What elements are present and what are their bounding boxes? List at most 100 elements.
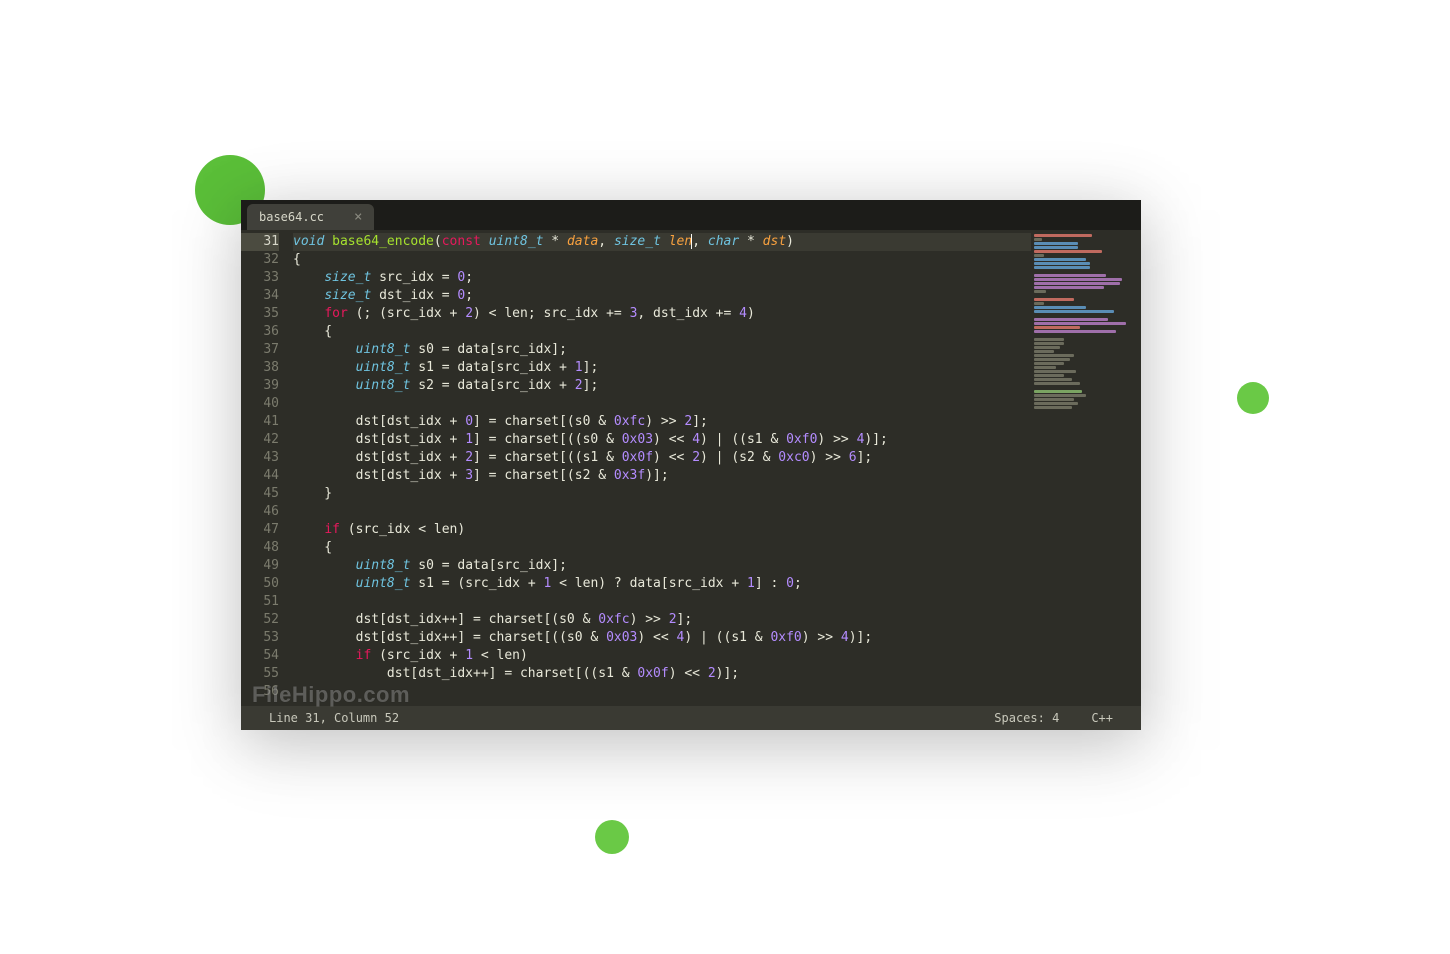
status-bar: Line 31, Column 52 Spaces: 4 C++ [241,706,1141,730]
line-number: 38 [241,359,279,377]
line-number: 51 [241,593,279,611]
code-line: dst[dst_idx + 2] = charset[((s1 & 0x0f) … [293,449,1031,467]
minimap-row [1034,242,1078,245]
minimap-row [1034,234,1092,237]
minimap-row [1034,354,1074,357]
minimap-row [1034,258,1086,261]
code-line [293,683,1031,701]
code-line: } [293,485,1031,503]
code-area[interactable]: void base64_encode(const uint8_t * data,… [285,230,1031,706]
status-language[interactable]: C++ [1075,711,1129,725]
minimap-row [1034,246,1078,249]
code-line: dst[dst_idx++] = charset[((s0 & 0x03) <<… [293,629,1031,647]
decor-circle-3 [595,820,629,854]
line-number: 54 [241,647,279,665]
status-indent[interactable]: Spaces: 4 [978,711,1075,725]
line-number: 32 [241,251,279,269]
minimap-row [1034,290,1046,293]
code-line: dst[dst_idx + 1] = charset[((s0 & 0x03) … [293,431,1031,449]
minimap-row [1034,278,1122,281]
minimap[interactable] [1031,230,1141,706]
code-line [293,503,1031,521]
minimap-row [1034,366,1056,369]
line-number: 47 [241,521,279,539]
minimap-row [1034,298,1074,301]
minimap-row [1034,338,1064,341]
code-line: dst[dst_idx + 0] = charset[(s0 & 0xfc) >… [293,413,1031,431]
code-line: uint8_t s1 = data[src_idx + 1]; [293,359,1031,377]
code-line: size_t src_idx = 0; [293,269,1031,287]
code-line: { [293,539,1031,557]
line-number: 37 [241,341,279,359]
line-number: 31 [241,233,279,251]
minimap-row [1034,394,1086,397]
line-number-gutter: 3132333435363738394041424344454647484950… [241,230,285,706]
minimap-row [1034,238,1042,241]
line-number: 40 [241,395,279,413]
minimap-row [1034,374,1064,377]
code-line: { [293,323,1031,341]
minimap-row [1034,250,1102,253]
tab-label: base64.cc [259,210,324,224]
decor-circle-2 [1237,382,1269,414]
line-number: 50 [241,575,279,593]
minimap-row [1034,346,1060,349]
code-line [293,395,1031,413]
minimap-row [1034,282,1120,285]
tab-base64[interactable]: base64.cc × [247,204,374,230]
line-number: 56 [241,683,279,701]
minimap-row [1034,362,1064,365]
code-line: dst[dst_idx + 3] = charset[(s2 & 0x3f)]; [293,467,1031,485]
line-number: 53 [241,629,279,647]
code-line: void base64_encode(const uint8_t * data,… [293,233,1031,251]
code-line: for (; (src_idx + 2) < len; src_idx += 3… [293,305,1031,323]
minimap-row [1034,254,1044,257]
line-number: 46 [241,503,279,521]
editor-body: 3132333435363738394041424344454647484950… [241,230,1141,706]
minimap-row [1034,326,1080,329]
minimap-row [1034,358,1070,361]
line-number: 42 [241,431,279,449]
minimap-row [1034,382,1080,385]
code-line: uint8_t s0 = data[src_idx]; [293,341,1031,359]
minimap-row [1034,330,1116,333]
line-number: 43 [241,449,279,467]
code-line: uint8_t s0 = data[src_idx]; [293,557,1031,575]
minimap-row [1034,370,1076,373]
line-number: 41 [241,413,279,431]
minimap-row [1034,406,1072,409]
line-number: 36 [241,323,279,341]
line-number: 35 [241,305,279,323]
minimap-row [1034,262,1090,265]
minimap-row [1034,378,1072,381]
line-number: 49 [241,557,279,575]
code-line: uint8_t s1 = (src_idx + 1 < len) ? data[… [293,575,1031,593]
minimap-row [1034,286,1104,289]
minimap-row [1034,322,1126,325]
minimap-row [1034,318,1108,321]
line-number: 33 [241,269,279,287]
line-number: 45 [241,485,279,503]
code-line: dst[dst_idx++] = charset[((s1 & 0x0f) <<… [293,665,1031,683]
minimap-row [1034,398,1074,401]
line-number: 52 [241,611,279,629]
line-number: 48 [241,539,279,557]
code-line: dst[dst_idx++] = charset[(s0 & 0xfc) >> … [293,611,1031,629]
line-number: 44 [241,467,279,485]
minimap-row [1034,266,1090,269]
code-line [293,593,1031,611]
code-line: if (src_idx + 1 < len) [293,647,1031,665]
minimap-row [1034,302,1044,305]
minimap-row [1034,342,1064,345]
status-cursor-pos[interactable]: Line 31, Column 52 [253,711,415,725]
line-number: 34 [241,287,279,305]
minimap-row [1034,350,1054,353]
close-icon[interactable]: × [354,209,362,225]
code-line: uint8_t s2 = data[src_idx + 2]; [293,377,1031,395]
code-editor-window: base64.cc × 3132333435363738394041424344… [241,200,1141,730]
minimap-row [1034,274,1106,277]
line-number: 55 [241,665,279,683]
minimap-row [1034,306,1086,309]
minimap-row [1034,390,1082,393]
minimap-row [1034,402,1078,405]
